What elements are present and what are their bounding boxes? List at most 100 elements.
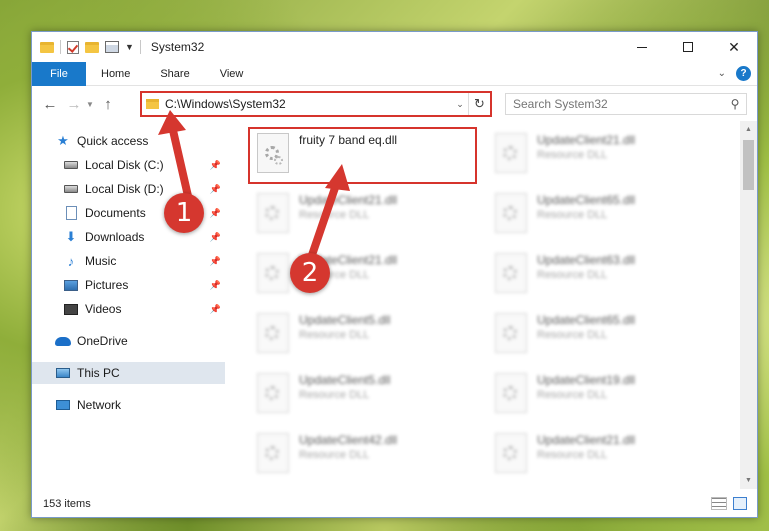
scroll-up-icon[interactable]: ▲	[740, 121, 757, 138]
file-name: UpdateClient65.dll	[537, 193, 636, 207]
maximize-button[interactable]	[665, 32, 711, 62]
file-item[interactable]: UpdateClient5.dll Resource DLL	[249, 309, 471, 359]
pictures-icon	[64, 279, 78, 291]
pin-icon[interactable]: 📌	[210, 304, 221, 315]
properties-check-icon[interactable]	[67, 40, 79, 54]
folder-icon	[40, 41, 54, 53]
pin-icon[interactable]: 📌	[210, 256, 221, 267]
gear-icon	[265, 326, 279, 340]
tab-share[interactable]: Share	[145, 68, 204, 80]
file-item[interactable]: UpdateClient42.dll Resource DLL	[249, 429, 471, 479]
back-button[interactable]: ←	[38, 96, 62, 113]
status-bar: 153 items	[32, 490, 757, 517]
large-icons-view-icon[interactable]	[733, 497, 747, 510]
toolbar-separator	[60, 40, 61, 54]
address-bar[interactable]: C:\Windows\System32 ⌄ ↻	[140, 91, 492, 117]
properties-icon[interactable]	[105, 41, 119, 53]
explorer-window: ▼ System32 ✕ File Home Share View ⌄ ? ← …	[31, 31, 758, 518]
file-item[interactable]: UpdateClient19.dll Resource DLL	[487, 369, 709, 419]
music-icon: ♪	[67, 253, 75, 269]
dll-file-icon	[495, 373, 527, 413]
file-name: UpdateClient21.dll	[537, 433, 636, 447]
sidebar-item-pictures[interactable]: Pictures 📌	[32, 274, 225, 296]
file-item[interactable]: UpdateClient63.dll Resource DLL	[487, 249, 709, 299]
window-title: System32	[150, 40, 205, 54]
search-icon[interactable]: ⚲	[724, 97, 746, 111]
sidebar-item-music[interactable]: ♪ Music 📌	[32, 250, 225, 272]
file-name: UpdateClient21.dll	[299, 193, 398, 207]
refresh-button[interactable]: ↻	[468, 93, 490, 115]
ribbon-right: ⌄ ?	[718, 66, 751, 81]
pc-icon	[56, 368, 70, 378]
file-item[interactable]: UpdateClient21.dll Resource DLL	[249, 189, 471, 239]
file-item[interactable]: UpdateClient21.dll Resource DLL	[249, 249, 471, 299]
onedrive-icon-wrap	[54, 333, 72, 349]
new-folder-icon[interactable]	[85, 41, 99, 53]
sidebar-item-label: Quick access	[77, 134, 149, 148]
toolbar-separator	[139, 40, 141, 54]
sidebar-item-label: Pictures	[85, 278, 129, 292]
pin-icon[interactable]: 📌	[210, 208, 221, 219]
address-path[interactable]: C:\Windows\System32	[165, 97, 452, 111]
close-icon: ✕	[728, 38, 740, 55]
sidebar-item-this-pc[interactable]: This PC	[32, 362, 225, 384]
close-button[interactable]: ✕	[711, 32, 757, 62]
dll-file-icon	[495, 133, 527, 173]
disk-icon-wrap	[62, 181, 80, 197]
sidebar-item-onedrive[interactable]: OneDrive	[32, 330, 225, 352]
pin-icon[interactable]: 📌	[210, 280, 221, 291]
file-type: Resource DLL	[537, 449, 608, 461]
view-buttons	[711, 497, 747, 510]
file-item[interactable]: UpdateClient5.dll Resource DLL	[249, 369, 471, 419]
file-item[interactable]: UpdateClient21.dll Resource DLL	[487, 429, 709, 479]
dll-file-icon	[495, 433, 527, 473]
up-button[interactable]: ↑	[96, 96, 120, 113]
file-item[interactable]: UpdateClient21.dll Resource DLL	[487, 129, 709, 179]
address-dropdown-icon[interactable]: ⌄	[452, 99, 468, 110]
pin-icon[interactable]: 📌	[210, 160, 221, 171]
pin-icon[interactable]: 📌	[210, 184, 221, 195]
download-icon: ⬇	[65, 229, 77, 244]
file-name: UpdateClient5.dll	[299, 313, 391, 327]
tab-file[interactable]: File	[32, 61, 86, 86]
search-box[interactable]: ⚲	[505, 93, 747, 115]
search-input[interactable]	[513, 97, 724, 111]
sidebar-item-network[interactable]: Network	[32, 394, 225, 416]
forward-button[interactable]: →	[62, 96, 86, 113]
sidebar-item-quick-access[interactable]: ★ Quick access	[32, 130, 225, 152]
scroll-down-icon[interactable]: ▼	[740, 472, 757, 489]
sidebar-item-label: OneDrive	[77, 334, 128, 348]
pin-icon[interactable]: 📌	[210, 232, 221, 243]
details-view-icon[interactable]	[711, 497, 727, 510]
customize-toolbar-dropdown-icon[interactable]: ▼	[125, 42, 134, 52]
file-name: UpdateClient19.dll	[537, 373, 636, 387]
gear-icon	[503, 206, 517, 220]
expand-ribbon-chevron-icon[interactable]: ⌄	[718, 68, 726, 79]
sidebar-item-local-disk-c[interactable]: Local Disk (C:) 📌	[32, 154, 225, 176]
scroll-thumb[interactable]	[743, 140, 754, 190]
disk-icon-wrap	[62, 157, 80, 173]
file-name: UpdateClient21.dll	[537, 133, 636, 147]
tab-view[interactable]: View	[205, 68, 259, 80]
documents-icon	[65, 206, 77, 220]
vertical-scrollbar[interactable]: ▲ ▼	[740, 121, 757, 489]
recent-locations-dropdown-icon[interactable]: ▼	[86, 100, 96, 109]
file-type: Resource DLL	[299, 449, 370, 461]
dll-file-icon	[495, 253, 527, 293]
sidebar-item-label: Videos	[85, 302, 122, 316]
file-item[interactable]: UpdateClient65.dll Resource DLL	[487, 189, 709, 239]
videos-icon	[64, 303, 78, 315]
help-icon[interactable]: ?	[736, 66, 751, 81]
ribbon-tabs: File Home Share View ⌄ ?	[32, 61, 757, 86]
minimize-button[interactable]	[619, 32, 665, 62]
file-type: Resource DLL	[299, 329, 370, 341]
tab-home[interactable]: Home	[86, 68, 145, 80]
folder-icon	[146, 99, 159, 109]
file-type: Resource DLL	[537, 329, 608, 341]
sidebar-item-videos[interactable]: Videos 📌	[32, 298, 225, 320]
file-item[interactable]: UpdateClient65.dll Resource DLL	[487, 309, 709, 359]
network-icon-wrap	[54, 397, 72, 413]
sidebar-item-downloads[interactable]: ⬇ Downloads 📌	[32, 226, 225, 248]
dll-file-icon	[257, 193, 289, 233]
file-name: UpdateClient42.dll	[299, 433, 398, 447]
